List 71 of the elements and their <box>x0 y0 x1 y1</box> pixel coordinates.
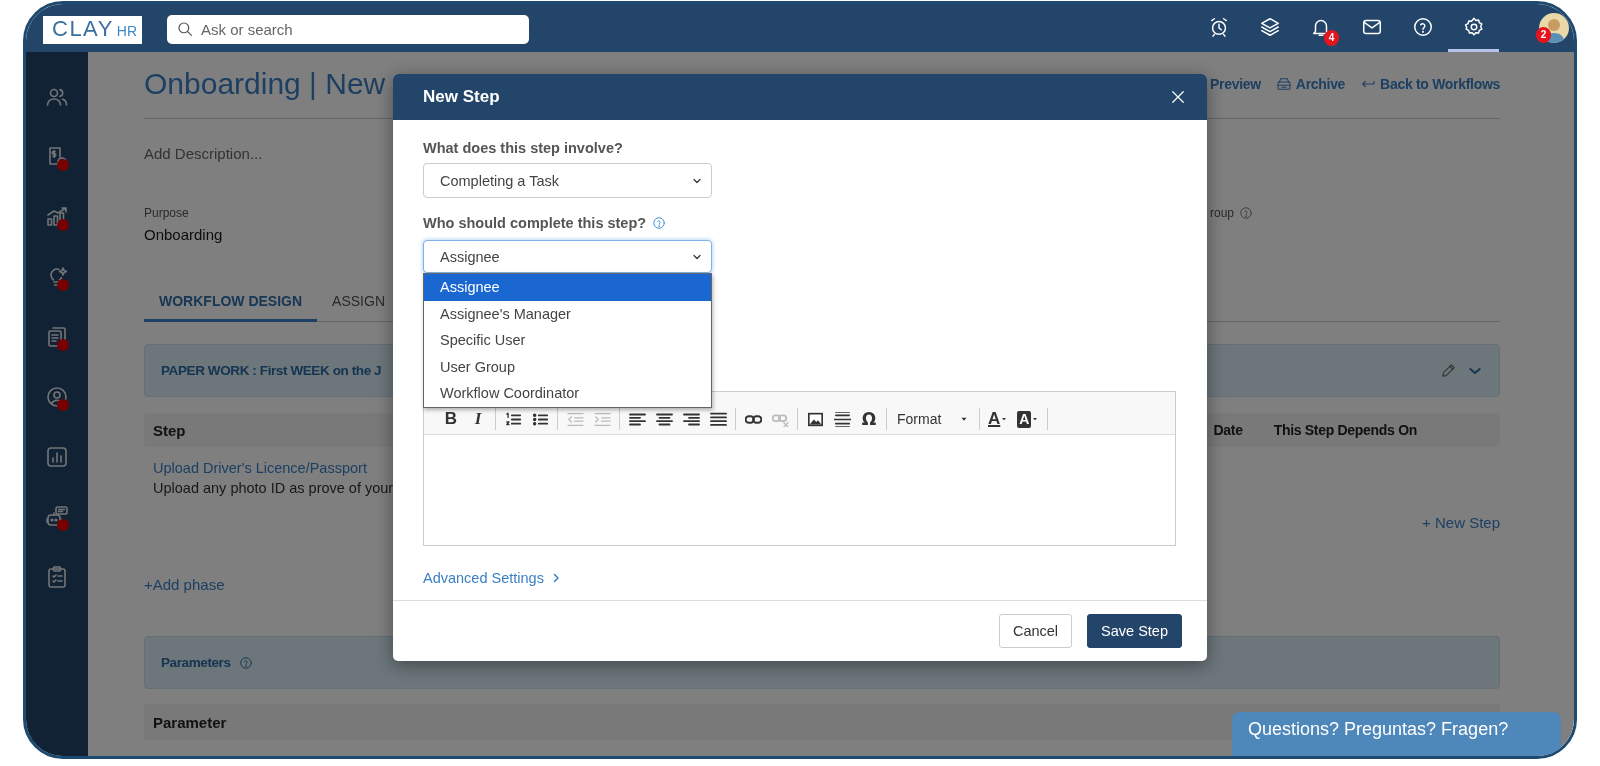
dropdown-option[interactable]: Specific User <box>424 327 711 354</box>
dialog-title: New Step <box>423 87 500 107</box>
page-title: Onboarding | New <box>144 67 386 101</box>
documents-nav-item[interactable] <box>45 325 69 349</box>
horizontal-rule-icon <box>833 411 851 427</box>
column-header: Step <box>153 421 186 439</box>
justify-icon <box>709 411 727 427</box>
numbered-list-icon <box>504 411 522 427</box>
cancel-button[interactable]: Cancel <box>998 614 1073 648</box>
advanced-settings-link[interactable]: Advanced Settings <box>423 568 562 588</box>
growth-chart-icon <box>45 205 69 229</box>
logo-text: CLAY <box>52 14 114 43</box>
field-label: Purpose <box>144 205 190 221</box>
select-field[interactable]: Completing a Task <box>423 163 712 198</box>
clipboard-nav-item[interactable] <box>45 565 69 589</box>
save-button[interactable]: Save Step <box>1087 614 1182 648</box>
dropdown-option[interactable]: Assignee's Manager <box>424 300 711 327</box>
align-center-icon <box>655 411 673 427</box>
bell-button[interactable]: 4 <box>1295 4 1346 52</box>
help-icon <box>1411 15 1434 38</box>
text-color-button[interactable]: A <box>986 407 1011 431</box>
column-header: Parameter <box>153 713 227 731</box>
align-left-icon <box>628 411 646 427</box>
user-circle-icon <box>45 385 69 409</box>
search-icon <box>176 19 194 38</box>
bullet-list-icon <box>531 411 549 427</box>
notification-badge: 2 <box>1536 27 1551 43</box>
tray-icon <box>1275 76 1292 92</box>
close-button[interactable] <box>1169 88 1187 106</box>
column-header: This Step Depends On <box>1273 422 1417 438</box>
align-right-icon <box>682 411 700 427</box>
format-dropdown[interactable]: Format <box>893 407 973 431</box>
caret-icon <box>1000 415 1009 423</box>
robot-chat-nav-item[interactable] <box>45 505 69 529</box>
panel-title: Parameters <box>161 655 231 670</box>
bar-chart-icon <box>45 445 69 469</box>
phase-title: PAPER WORK : First WEEK on the J <box>161 363 382 378</box>
step-description: Upload any photo ID as prove of your <box>153 479 395 498</box>
documents-icon <box>45 325 69 349</box>
field-value: Onboarding <box>144 225 223 245</box>
close-icon <box>1169 88 1187 106</box>
settings-icon <box>1462 15 1485 38</box>
pencil-icon[interactable] <box>1440 362 1457 379</box>
italic-button[interactable]: I <box>467 407 489 431</box>
bold-button[interactable]: B <box>440 407 462 431</box>
search-field[interactable]: Ask or search <box>167 14 529 44</box>
field-label: roup <box>1210 205 1235 221</box>
user-circle-nav-item[interactable] <box>45 385 69 409</box>
background-color-button[interactable]: A <box>1015 407 1042 431</box>
caret-icon <box>1031 415 1040 423</box>
dropdown-option[interactable]: Assignee <box>424 274 711 301</box>
growth-chart-nav-item[interactable] <box>45 205 69 229</box>
bar-chart-nav-item[interactable] <box>45 445 69 469</box>
logo-suffix: HR <box>116 21 138 41</box>
indent-icon <box>593 411 611 427</box>
select-field[interactable]: Assignee <box>423 240 712 273</box>
help-icon <box>652 216 667 230</box>
dropdown-option[interactable]: User Group <box>424 353 711 380</box>
layers-icon <box>1258 15 1281 38</box>
field-label: Who should complete this step? <box>423 214 647 232</box>
chat-button[interactable]: Questions? Preguntas? Fragen? <box>1232 712 1561 756</box>
clipboard-icon <box>45 565 69 589</box>
outdent-icon <box>566 411 584 427</box>
robot-chat-icon <box>45 505 69 529</box>
help-icon <box>238 655 253 670</box>
special-character-button[interactable]: Ω <box>858 407 880 431</box>
image-icon <box>806 411 824 427</box>
column-header: Date <box>1213 422 1243 438</box>
logo[interactable]: CLAY HR <box>43 15 142 44</box>
notification-badge: 4 <box>1324 30 1339 46</box>
field-label: What does this step involve? <box>423 139 623 157</box>
